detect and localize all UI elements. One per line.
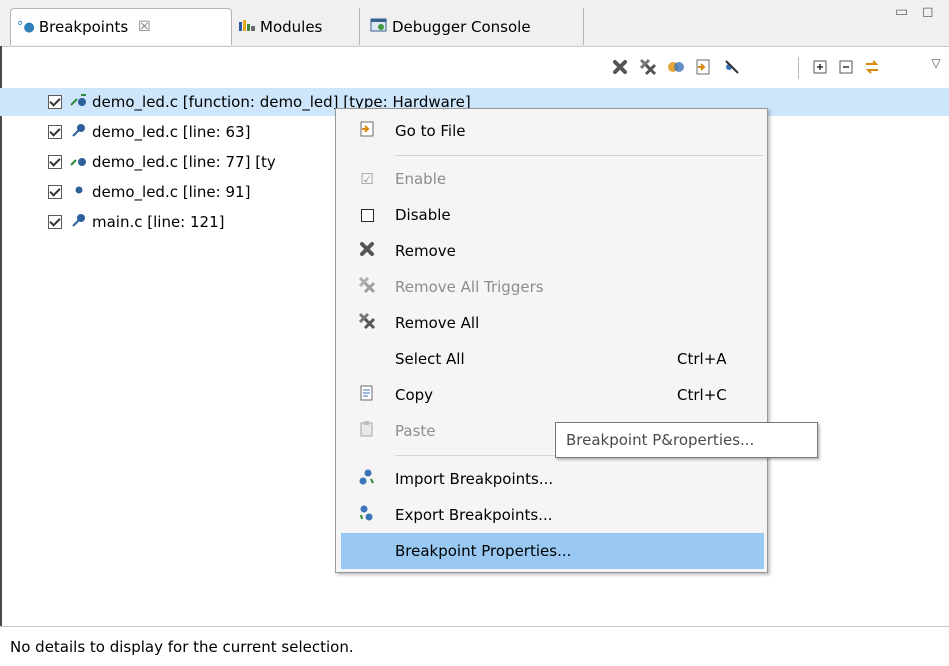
remove-all-icon[interactable] <box>638 57 658 77</box>
console-icon <box>370 17 388 37</box>
import-breakpoints-icon <box>356 468 378 490</box>
menu-item-enable[interactable]: ☑ Enable <box>336 161 767 197</box>
menu-item-label: Import Breakpoints... <box>395 470 554 488</box>
breakpoint-checkbox[interactable] <box>48 215 62 229</box>
go-to-file-icon[interactable] <box>693 57 713 77</box>
modules-icon <box>238 18 256 36</box>
details-pane: No details to display for the current se… <box>0 626 949 666</box>
breakpoint-label: demo_led.c [line: 63] <box>92 123 251 141</box>
toolbar-separator <box>798 57 799 79</box>
go-to-file-icon <box>356 120 378 142</box>
view-menu-icon[interactable]: ▽ <box>926 53 946 73</box>
hardware-breakpoint-icon <box>68 152 90 172</box>
tab-breakpoints-label: Breakpoints <box>38 18 129 36</box>
minimize-icon[interactable]: ▭ <box>895 4 908 20</box>
menu-item-copy[interactable]: Copy Ctrl+C <box>336 377 767 413</box>
menu-item-label: Select All <box>395 350 465 368</box>
menu-item-go-to-file[interactable]: Go to File <box>336 113 767 149</box>
remove-all-triggers-icon <box>356 276 378 298</box>
menu-item-shortcut: Ctrl+A <box>677 350 727 368</box>
expand-all-icon[interactable] <box>810 57 830 77</box>
breakpoint-checkbox[interactable] <box>48 125 62 139</box>
menu-item-disable[interactable]: Disable <box>336 197 767 233</box>
line-breakpoint-icon <box>68 122 90 142</box>
breakpoint-label: main.c [line: 121] <box>92 213 225 231</box>
breakpoint-checkbox[interactable] <box>48 155 62 169</box>
menu-item-remove-all-triggers[interactable]: Remove All Triggers <box>336 269 767 305</box>
menu-item-remove[interactable]: Remove <box>336 233 767 269</box>
breakpoint-dot-icon <box>68 182 90 202</box>
tab-debugger-console-label: Debugger Console <box>392 17 531 36</box>
tab-modules[interactable]: Modules <box>232 8 360 45</box>
menu-item-label: Paste <box>395 422 436 440</box>
breakpoint-checkbox[interactable] <box>48 95 62 109</box>
menu-item-label: Remove <box>395 242 456 260</box>
view-toolbar: ▽ <box>0 47 949 87</box>
link-icon[interactable] <box>666 57 686 77</box>
copy-icon <box>356 384 378 406</box>
menu-item-label: Disable <box>395 206 451 224</box>
tab-modules-label: Modules <box>260 17 323 36</box>
export-breakpoints-icon <box>356 504 378 526</box>
context-menu: Go to File ☑ Enable Disable Remove Remov… <box>335 108 768 573</box>
remove-icon <box>356 241 378 261</box>
menu-item-label: Breakpoint Properties... <box>395 542 572 560</box>
checkbox-empty-icon <box>356 206 378 224</box>
tooltip: Breakpoint P&roperties... <box>555 422 818 458</box>
checkbox-checked-icon: ☑ <box>360 170 374 188</box>
menu-item-label: Go to File <box>395 122 466 140</box>
view-tab-bar: °● Breakpoints ☒ Modules Debugger Consol… <box>0 0 949 47</box>
tooltip-text: Breakpoint P&roperties... <box>566 431 755 449</box>
paste-icon <box>356 420 378 442</box>
menu-item-export-breakpoints[interactable]: Export Breakpoints... <box>336 497 767 533</box>
breakpoint-label: demo_led.c [line: 77] [ty <box>92 153 276 171</box>
menu-item-breakpoint-properties[interactable]: Breakpoint Properties... <box>341 533 764 569</box>
menu-item-remove-all[interactable]: Remove All <box>336 305 767 341</box>
menu-item-shortcut: Ctrl+C <box>677 386 727 404</box>
menu-item-label: Remove All Triggers <box>395 278 544 296</box>
breakpoint-label: demo_led.c [line: 91] <box>92 183 251 201</box>
line-breakpoint-icon <box>68 212 90 232</box>
menu-item-label: Copy <box>395 386 434 404</box>
breakpoint-checkbox[interactable] <box>48 185 62 199</box>
menu-item-import-breakpoints[interactable]: Import Breakpoints... <box>336 461 767 497</box>
link-with-debug-view-icon[interactable] <box>862 57 882 77</box>
remove-icon[interactable] <box>610 57 630 77</box>
menu-item-label: Remove All <box>395 314 480 332</box>
tab-debugger-console[interactable]: Debugger Console <box>364 8 584 45</box>
skip-all-icon[interactable] <box>722 57 742 77</box>
menu-separator <box>395 155 763 156</box>
menu-item-label: Export Breakpoints... <box>395 506 553 524</box>
breakpoints-icon: °● <box>17 19 35 35</box>
tab-close-icon[interactable]: ☒ <box>138 19 151 35</box>
collapse-all-icon[interactable] <box>836 57 856 77</box>
remove-all-icon <box>356 312 378 334</box>
function-breakpoint-icon <box>68 92 90 112</box>
tab-breakpoints[interactable]: °● Breakpoints ☒ <box>10 8 232 45</box>
details-text: No details to display for the current se… <box>10 637 354 656</box>
menu-item-label: Enable <box>395 170 447 188</box>
maximize-icon[interactable]: ◻ <box>922 4 934 20</box>
menu-item-select-all[interactable]: Select All Ctrl+A <box>336 341 767 377</box>
